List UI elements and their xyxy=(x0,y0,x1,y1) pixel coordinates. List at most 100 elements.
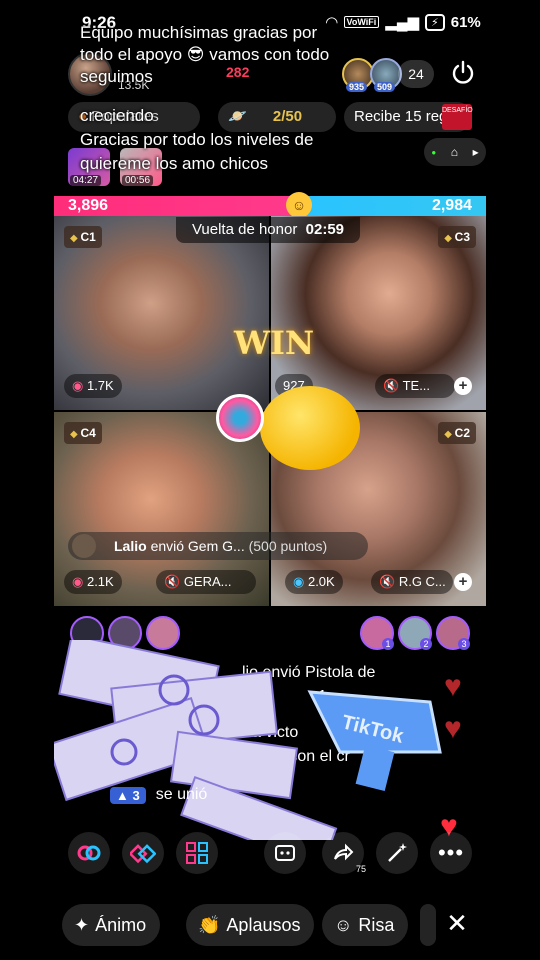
heart-icon: ♥ xyxy=(444,670,462,703)
gifter-avatar[interactable]: 3 xyxy=(436,616,470,650)
follow-plus-icon[interactable]: + xyxy=(454,377,472,395)
magic-wand-button[interactable] xyxy=(376,832,418,874)
slot-tag: C4 xyxy=(64,422,102,444)
battle-grid: C1 ◉ 1.7K C3 927 🔇 TE... + C4 ◉ 2.1K 🔇 G… xyxy=(54,216,486,606)
participant-name: GERA... xyxy=(183,574,232,589)
participant-name-badge[interactable]: 🔇 TE... xyxy=(375,374,455,398)
chevron-right-icon[interactable]: ▸ xyxy=(473,145,479,159)
tiktok-gun-icon: TikTok xyxy=(307,690,442,792)
signal-icon: ▂▄▆ xyxy=(385,14,419,31)
participant-c1[interactable]: C1 ◉ 1.7K xyxy=(54,216,269,410)
grid-icon xyxy=(186,842,208,864)
megaphone-icon xyxy=(216,394,264,442)
gifter-avatar[interactable]: 2 xyxy=(398,616,432,650)
quick-reaction-risa[interactable]: ☺ Risa xyxy=(322,904,409,946)
share-icon xyxy=(334,843,354,861)
grid-button[interactable] xyxy=(176,832,218,874)
rank-badge: 1 xyxy=(382,638,394,650)
join-notification: ▲ 3 se unió xyxy=(56,786,207,804)
quick-reaction-more[interactable] xyxy=(420,904,436,946)
overlay-line-2: creciendo xyxy=(80,106,154,125)
likes-count: 2.1K xyxy=(86,574,114,589)
top-viewers[interactable]: 935 509 xyxy=(342,58,402,92)
link-button[interactable] xyxy=(68,832,110,874)
right-team-score: 2,984 xyxy=(431,197,472,214)
share-button[interactable]: 75 xyxy=(322,832,366,874)
muted-icon: 🔇 xyxy=(379,574,399,589)
chat-bot-button[interactable] xyxy=(264,832,306,874)
participant-name-badge[interactable]: 🔇 R.G C... xyxy=(371,570,453,594)
battle-icon xyxy=(130,844,156,864)
versus-button[interactable] xyxy=(122,832,164,874)
heart-icon: ◉ xyxy=(72,378,87,393)
right-team-gifters[interactable]: 1 2 3 xyxy=(360,616,474,650)
thinking-face-icon: ☺ xyxy=(286,192,312,218)
participant-name-badge[interactable]: 🔇 GERA... xyxy=(156,570,256,594)
likes-count: 2.0K xyxy=(307,574,335,589)
likes-count: 1.7K xyxy=(86,378,114,393)
viewer-count[interactable]: 24 xyxy=(398,60,434,88)
heart-icon: ♥ xyxy=(444,712,462,745)
quick-reaction-animo[interactable]: ✦ Ánimo xyxy=(62,904,161,946)
battery-icon: ⚡ xyxy=(425,13,445,31)
overlay-line-3: Gracias por todo los niveles de quiereme… xyxy=(80,130,314,173)
rank-badge: 2 xyxy=(420,638,432,650)
gift-points: (500 puntos) xyxy=(248,538,328,554)
power-icon[interactable] xyxy=(448,58,478,88)
battle-score-bar: 3,896 2,984 ☺ xyxy=(54,192,486,218)
gift-sender-avatar xyxy=(72,534,96,558)
user-level-badge: ▲ 3 xyxy=(110,786,146,804)
user-level: 3 xyxy=(132,787,140,803)
mini-live-timer: 04:27 xyxy=(70,175,102,186)
vowifi-label: VoWiFi xyxy=(343,16,380,28)
muted-icon: 🔇 xyxy=(383,378,403,393)
overlay-message: Equipo muchísimas gracias por todo el ap… xyxy=(80,22,340,88)
follow-plus-icon[interactable]: + xyxy=(454,573,472,591)
participant-c3[interactable]: C3 927 🔇 TE... + xyxy=(271,216,486,410)
slot-tag: C2 xyxy=(438,422,476,444)
link-icon xyxy=(77,845,101,861)
participant-name: R.G C... xyxy=(398,574,446,589)
overlay-line-1: Equipo muchísimas gracias por todo el ap… xyxy=(80,23,330,86)
likes-badge: ◉ 2.0K xyxy=(285,570,343,594)
chip-label: Aplausos xyxy=(226,915,301,935)
reward-label: Recibe 15 reg xyxy=(354,108,448,125)
battle-timer: 02:59 xyxy=(305,221,345,238)
overlay-message-2: creciendo Gracias por todo los niveles d… xyxy=(80,104,330,176)
left-team-score: 3,896 xyxy=(68,197,109,214)
muted-icon: 🔇 xyxy=(164,574,184,589)
home-icon[interactable]: ⌂ xyxy=(451,145,458,159)
likes-badge: ◉ 2.1K xyxy=(64,570,122,594)
victory-lap-label: Vuelta de honor xyxy=(191,221,298,238)
nav-pill[interactable]: ● ⌂ ▸ xyxy=(424,138,486,166)
victory-lap-banner: Vuelta de honor 02:59 xyxy=(176,217,360,243)
sparkle-icon: ✦ xyxy=(74,915,90,935)
chip-label: Ánimo xyxy=(95,915,147,935)
megaphone-emoji-icon xyxy=(216,386,360,470)
heart-icon: ◉ xyxy=(72,574,87,589)
win-label: WIN xyxy=(234,324,315,362)
rank-badge: 3 xyxy=(458,638,470,650)
more-icon: ••• xyxy=(437,840,465,865)
slot-tag: C3 xyxy=(438,226,476,248)
dot-icon: ● xyxy=(431,147,437,157)
chip-label: Risa xyxy=(358,915,395,935)
join-text: se unió xyxy=(155,786,208,803)
magic-wand-icon xyxy=(388,843,407,862)
challenge-badge[interactable]: DESAFÍO xyxy=(442,104,473,130)
top-viewer-count: 509 xyxy=(374,82,396,92)
share-count: 75 xyxy=(355,864,366,874)
clap-icon: 👏 xyxy=(198,915,221,935)
laugh-icon: ☺ xyxy=(334,915,353,935)
more-button[interactable]: ••• xyxy=(430,832,472,874)
likes-badge: ◉ 1.7K xyxy=(64,374,122,398)
gift-sender: Lalio xyxy=(114,538,147,554)
camera-icon: ◉ xyxy=(293,574,308,589)
close-icon[interactable]: ✕ xyxy=(442,908,472,938)
participant-name: TE... xyxy=(402,378,431,393)
quick-reaction-aplausos[interactable]: 👏 Aplausos xyxy=(186,904,315,946)
top-viewer-count: 935 xyxy=(346,82,368,92)
slot-tag: C1 xyxy=(64,226,102,248)
robot-icon xyxy=(275,845,295,861)
battery-percent: 61% xyxy=(450,13,481,31)
